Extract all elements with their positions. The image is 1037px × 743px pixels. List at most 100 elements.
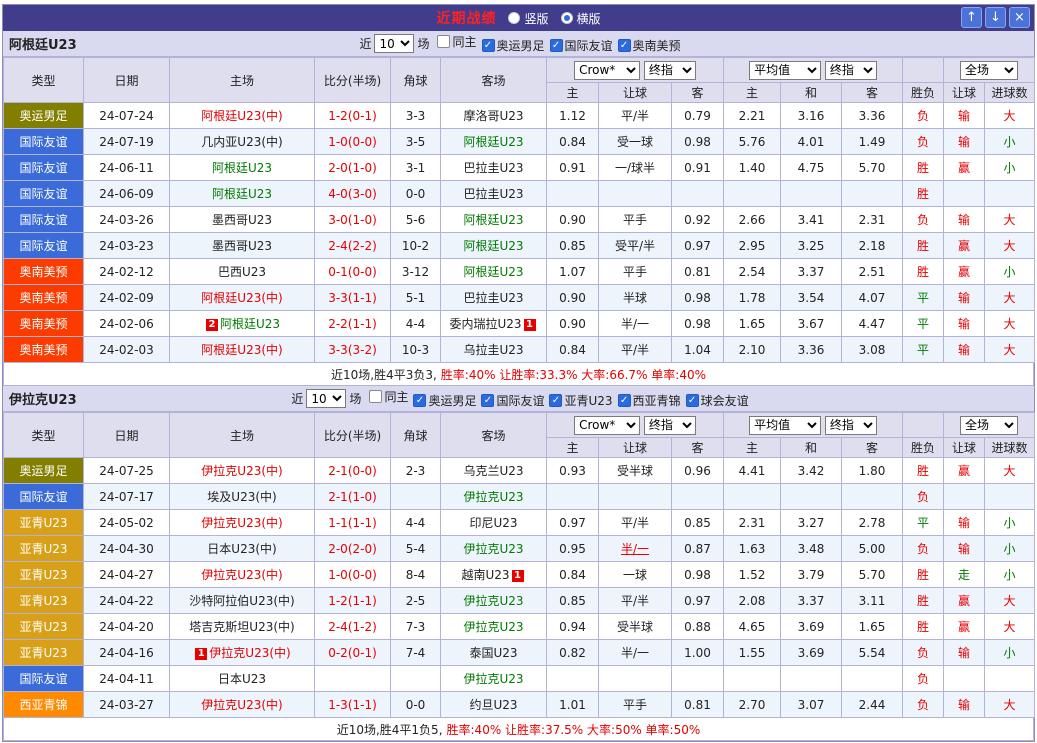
- euro-away-odds: [842, 666, 903, 692]
- header-home: 主场: [170, 413, 315, 458]
- goals-result-cell: 小: [985, 259, 1035, 285]
- section-header: 阿根廷U23 近 10 场 同主✓奥运男足✓国际友谊✓奥南美预: [3, 31, 1034, 57]
- match-date-cell: 24-02-06: [84, 311, 170, 337]
- away-team-name: 越南U23: [461, 568, 509, 582]
- header-euro-home: 主: [724, 438, 781, 458]
- asian-home-odds: [547, 181, 599, 207]
- match-type-cell: 亚青U23: [4, 640, 84, 666]
- euro-home-odds: 2.31: [724, 510, 781, 536]
- asian-home-odds: 0.91: [547, 155, 599, 181]
- handicap-line-cell: 一球: [599, 562, 672, 588]
- checkbox-checked-icon[interactable]: ✓: [482, 39, 495, 52]
- filter-option[interactable]: ✓奥运男足: [413, 392, 476, 409]
- average-select[interactable]: 平均值: [749, 416, 821, 435]
- score-cell: 3-0(1-0): [315, 207, 391, 233]
- radio-checked-icon[interactable]: [561, 12, 573, 24]
- euro-stage-select[interactable]: 终指: [825, 416, 877, 435]
- up-arrow-icon: ↑: [966, 10, 977, 25]
- result-cell: 胜: [903, 562, 944, 588]
- recent-count-select[interactable]: 10: [374, 34, 414, 53]
- handicap-result-cell: 赢: [944, 155, 985, 181]
- header-euro-away: 客: [842, 83, 903, 103]
- away-team-name: 巴拉圭U23: [463, 291, 523, 305]
- home-team-name: 阿根廷U23(中): [201, 343, 282, 357]
- filter-option[interactable]: ✓国际友谊: [550, 37, 613, 54]
- checkbox-checked-icon[interactable]: ✓: [618, 39, 631, 52]
- handicap-result-cell: 赢: [944, 233, 985, 259]
- home-team-cell: 伊拉克U23(中): [170, 692, 315, 718]
- asian-home-odds: 1.07: [547, 259, 599, 285]
- asian-away-odds: 0.96: [672, 458, 724, 484]
- euro-home-odds: [724, 181, 781, 207]
- filter-option-label: 国际友谊: [496, 392, 544, 409]
- euro-draw-odds: 3.16: [781, 103, 842, 129]
- corner-cell: 8-4: [391, 562, 441, 588]
- average-select[interactable]: 平均值: [749, 61, 821, 80]
- filter-option[interactable]: ✓国际友谊: [481, 392, 544, 409]
- handicap-result-cell: 输: [944, 103, 985, 129]
- scope-select[interactable]: 全场: [960, 61, 1018, 80]
- match-date-cell: 24-06-11: [84, 155, 170, 181]
- header-score: 比分(半场): [315, 58, 391, 103]
- checkbox-unchecked-icon[interactable]: [369, 390, 382, 403]
- asian-stage-select[interactable]: 终指: [644, 61, 696, 80]
- checkbox-checked-icon[interactable]: ✓: [550, 39, 563, 52]
- euro-draw-odds: 3.25: [781, 233, 842, 259]
- summary-record: 近10场,胜4平1负5,: [337, 721, 443, 738]
- asian-away-odds: 0.97: [672, 233, 724, 259]
- result-cell: 胜: [903, 155, 944, 181]
- match-date-cell: 24-04-27: [84, 562, 170, 588]
- header-away: 客场: [441, 58, 547, 103]
- filter-option[interactable]: ✓亚青U23: [549, 392, 612, 409]
- close-button[interactable]: ×: [1009, 7, 1030, 28]
- filter-bar: 近 10 场 同主✓奥运男足✓国际友谊✓亚青U23✓西亚青锦✓球会友谊: [288, 388, 748, 409]
- euro-stage-select[interactable]: 终指: [825, 61, 877, 80]
- bookmaker-select[interactable]: Crow*: [574, 61, 640, 80]
- asian-stage-select[interactable]: 终指: [644, 416, 696, 435]
- filter-option[interactable]: ✓球会友谊: [686, 392, 749, 409]
- header-euro-draw: 和: [781, 438, 842, 458]
- filter-option[interactable]: 同主: [437, 33, 476, 50]
- euro-draw-odds: 4.75: [781, 155, 842, 181]
- checkbox-checked-icon[interactable]: ✓: [618, 394, 631, 407]
- checkbox-checked-icon[interactable]: ✓: [549, 394, 562, 407]
- header-asian-handicap: 让球: [599, 83, 672, 103]
- score-cell: 2-2(1-1): [315, 311, 391, 337]
- move-down-button[interactable]: ↓: [985, 7, 1006, 28]
- layout-radio-horizontal[interactable]: 横版: [561, 10, 601, 27]
- radio-unchecked-icon[interactable]: [508, 12, 520, 24]
- checkbox-checked-icon[interactable]: ✓: [686, 394, 699, 407]
- checkbox-unchecked-icon[interactable]: [437, 35, 450, 48]
- move-up-button[interactable]: ↑: [961, 7, 982, 28]
- asian-home-odds: 0.84: [547, 129, 599, 155]
- filter-option[interactable]: ✓奥运男足: [482, 37, 545, 54]
- match-type-cell: 国际友谊: [4, 484, 84, 510]
- header-asian-away: 客: [672, 83, 724, 103]
- home-team-name: 巴西U23: [218, 265, 266, 279]
- result-cell: 负: [903, 640, 944, 666]
- filter-option[interactable]: 同主: [369, 388, 408, 405]
- match-date-cell: 24-02-12: [84, 259, 170, 285]
- match-type-cell: 奥运男足: [4, 458, 84, 484]
- handicap-line-cell: 受平/半: [599, 233, 672, 259]
- layout-radio-vertical[interactable]: 竖版: [508, 10, 548, 27]
- corner-cell: 4-4: [391, 311, 441, 337]
- corner-cell: 2-3: [391, 458, 441, 484]
- scope-select[interactable]: 全场: [960, 416, 1018, 435]
- result-cell: 平: [903, 337, 944, 363]
- filter-option[interactable]: ✓西亚青锦: [618, 392, 681, 409]
- header-handicap-result: 让球: [944, 438, 985, 458]
- checkbox-checked-icon[interactable]: ✓: [413, 394, 426, 407]
- bookmaker-select[interactable]: Crow*: [574, 416, 640, 435]
- match-type-cell: 国际友谊: [4, 666, 84, 692]
- goals-result-cell: 大: [985, 692, 1035, 718]
- euro-away-odds: 5.00: [842, 536, 903, 562]
- checkbox-checked-icon[interactable]: ✓: [481, 394, 494, 407]
- filter-option[interactable]: ✓奥南美预: [618, 37, 681, 54]
- header-score: 比分(半场): [315, 413, 391, 458]
- recent-count-select[interactable]: 10: [306, 389, 346, 408]
- match-date-cell: 24-04-11: [84, 666, 170, 692]
- asian-away-odds: 0.97: [672, 588, 724, 614]
- euro-draw-odds: 3.36: [781, 337, 842, 363]
- header-asian-away: 客: [672, 438, 724, 458]
